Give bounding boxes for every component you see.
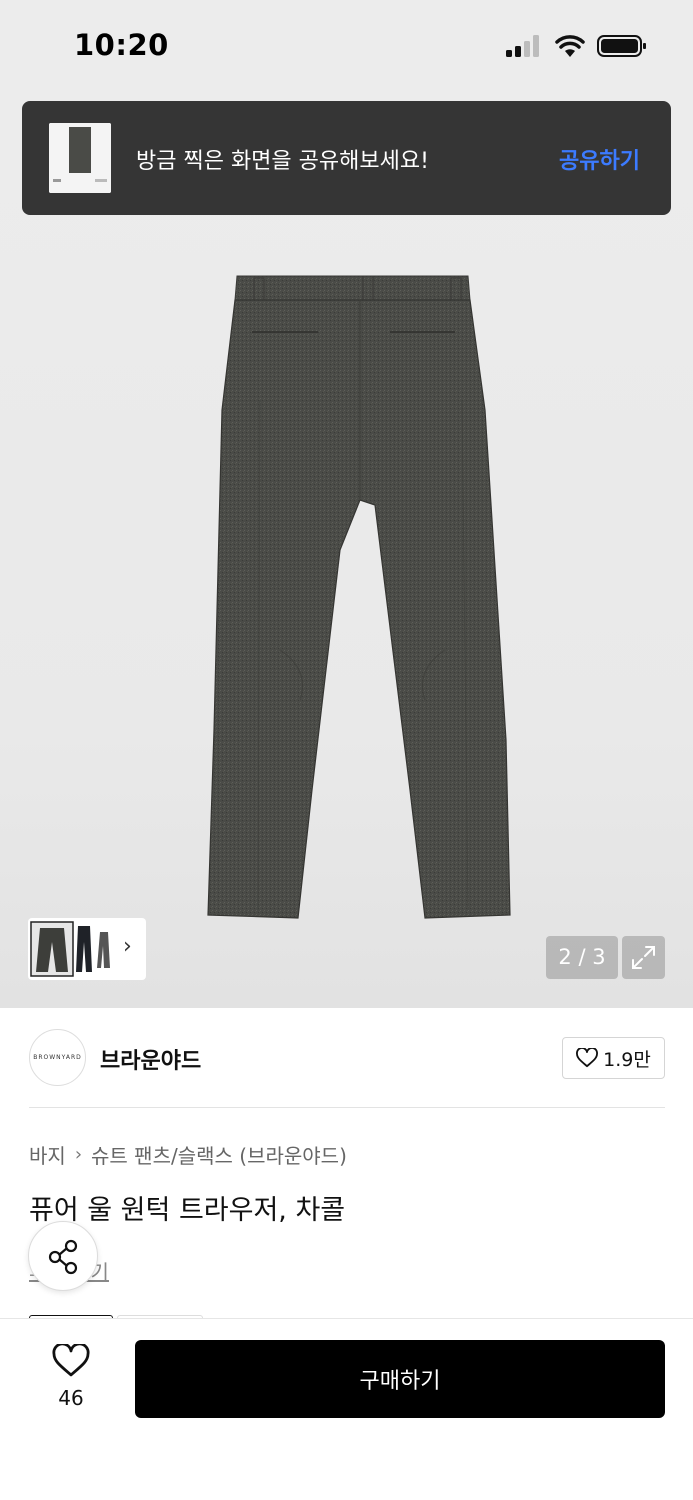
share-screenshot-toast: 방금 찍은 화면을 공유해보세요! 공유하기 (22, 101, 671, 215)
thumbnail-images (30, 921, 110, 977)
brand-name[interactable]: 브라운야드 (100, 1043, 201, 1075)
share-icon (48, 1239, 78, 1275)
product-image (207, 275, 511, 919)
wishlist-count: 46 (58, 1386, 84, 1410)
share-button[interactable]: 공유하기 (559, 143, 640, 175)
brand-like-button[interactable]: 1.9만 (562, 1037, 665, 1079)
image-thumbnail-strip[interactable]: › (28, 918, 146, 980)
brand-like-count: 1.9만 (603, 1048, 651, 1071)
share-floating-button[interactable] (28, 1221, 98, 1291)
status-bar: 10:20 (0, 0, 693, 95)
breadcrumb-category[interactable]: 바지 (29, 1140, 66, 1169)
heart-outline-icon (52, 1344, 90, 1377)
toast-message: 방금 찍은 화면을 공유해보세요! (136, 149, 429, 174)
divider (29, 1107, 665, 1108)
battery-icon (597, 35, 646, 57)
status-time: 10:20 (74, 28, 169, 62)
buy-button[interactable]: 구매하기 (135, 1340, 665, 1418)
wifi-icon (555, 35, 585, 57)
image-counter: 2 / 3 (546, 936, 618, 979)
product-image-gallery[interactable] (0, 95, 693, 1008)
breadcrumb-subcategory[interactable]: 슈트 팬츠/슬랙스 (브라운야드) (91, 1140, 347, 1169)
heart-outline-icon (576, 1048, 599, 1068)
brand-logo[interactable]: BROWNYARD (29, 1029, 86, 1086)
breadcrumb: 바지 › 슈트 팬츠/슬랙스 (브라운야드) (29, 1140, 347, 1169)
chevron-right-icon: › (123, 934, 132, 959)
expand-button[interactable] (622, 936, 665, 979)
screenshot-thumbnail (49, 123, 111, 193)
cellular-signal-icon (506, 35, 539, 57)
wishlist-button[interactable]: 46 (44, 1340, 98, 1414)
chevron-right-icon: › (74, 1144, 83, 1165)
expand-icon (632, 946, 655, 969)
